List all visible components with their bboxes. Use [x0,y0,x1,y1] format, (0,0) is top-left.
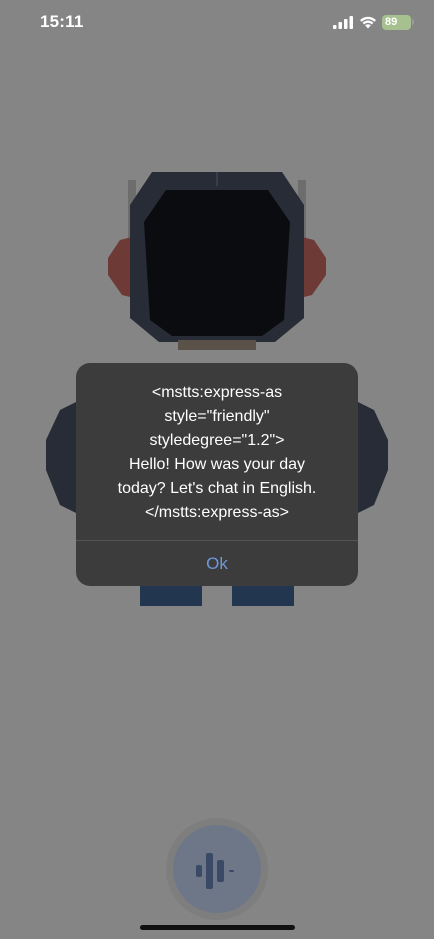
voice-input-button[interactable] [166,818,268,920]
robot-face-screen [144,190,290,336]
ok-button[interactable]: Ok [76,541,358,586]
home-indicator[interactable] [140,925,295,930]
status-time: 15:11 [40,12,84,31]
battery-level: 89 [385,16,398,28]
status-bar: 15:11 89 [0,0,434,46]
robot-arm-right [354,400,388,515]
alert-dialog: <mstts:express-as style="friendly" style… [76,363,358,586]
alert-message: <mstts:express-as style="friendly" style… [117,384,317,521]
battery-charging-icon: 89 [382,15,411,30]
voice-input-inner [173,825,261,913]
robot-neck [178,340,256,350]
wifi-icon [360,16,376,29]
audio-waveform-icon [196,853,234,889]
app-screen: 15:11 89 <mstts:express-as style="friend… [0,0,434,939]
battery-tip [412,19,414,25]
robot-arm-left [46,400,80,515]
cellular-signal-icon [333,16,353,29]
